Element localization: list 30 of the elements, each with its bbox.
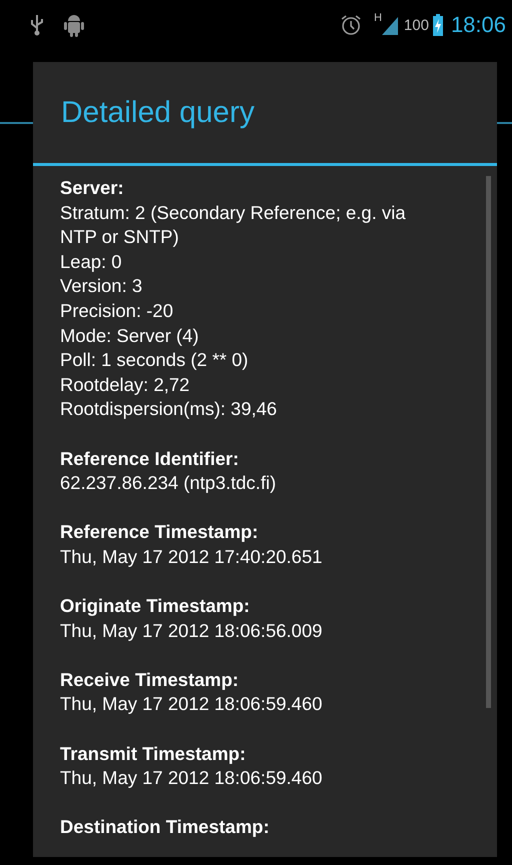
battery-charging-icon	[432, 14, 443, 36]
usb-icon	[30, 14, 44, 36]
section-heading: Transmit Timestamp:	[60, 742, 247, 766]
detail-line: Thu, May 17 2012 18:06:59.460	[60, 766, 324, 790]
detail-line: Rootdelay: 2,72	[60, 372, 191, 397]
detail-line: Thu, May 17 2012 17:40:20.651	[60, 544, 324, 569]
detail-line: Precision: -20	[60, 298, 174, 323]
detail-line: 62.237.86.234 (ntp3.tdc.fi)	[60, 471, 277, 496]
section-heading: Reference Timestamp:	[60, 520, 260, 544]
dialog-title: Detailed query	[33, 62, 497, 166]
alarm-icon	[340, 14, 362, 36]
section-heading: Originate Timestamp:	[60, 594, 251, 618]
section-heading: Reference Identifier:	[60, 446, 240, 471]
detail-line: Stratum: 2 (Secondary Reference; e.g. via NTP or SNTP)	[60, 200, 407, 250]
android-icon	[64, 13, 84, 37]
battery-percent: 100	[404, 16, 429, 34]
detail-line: Leap: 0	[60, 250, 123, 274]
network-type-label: H	[374, 12, 382, 24]
detail-line: Rootdispersion(ms): 39,46	[60, 397, 278, 422]
detail-line: Version: 3	[60, 274, 144, 298]
signal-icon	[382, 15, 398, 35]
section-heading: Destination Timestamp:	[60, 815, 270, 840]
detail-line: Poll: 1 seconds (2 ** 0)	[60, 348, 250, 372]
section-heading: Server:	[60, 176, 125, 200]
detail-line: Thu, May 17 2012 18:06:56.009	[60, 618, 324, 643]
scrollbar[interactable]	[486, 176, 491, 708]
clock-time: 18:06	[450, 12, 506, 38]
detail-line: Mode: Server (4)	[60, 324, 200, 348]
detail-line: Thu, May 17 2012 18:06:59.460	[60, 692, 324, 716]
section-heading: Receive Timestamp:	[60, 668, 240, 692]
